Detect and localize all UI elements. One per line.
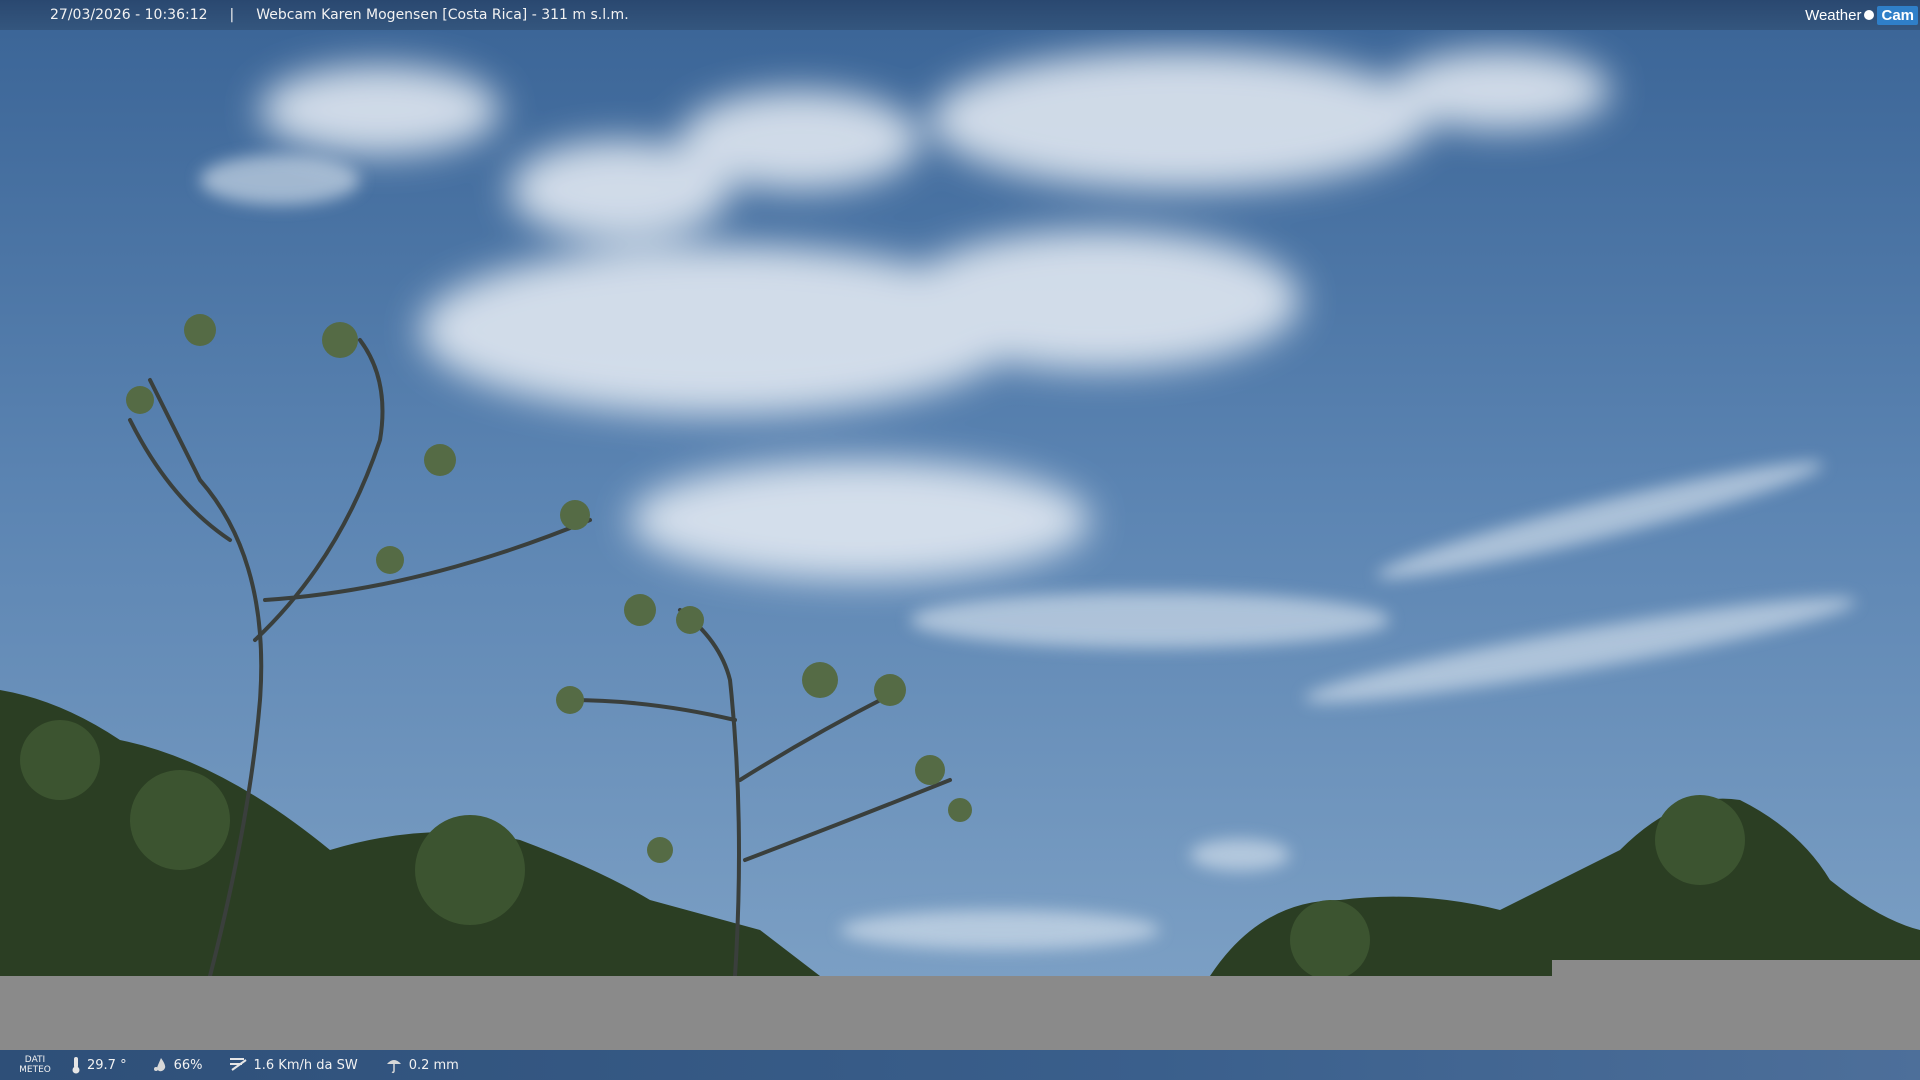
humidity-value: 66% bbox=[173, 1057, 203, 1073]
thermometer-icon bbox=[72, 1057, 80, 1074]
temperature-reading: 29.7 ° bbox=[70, 1056, 127, 1074]
timestamp: 27/03/2026 - 10:36:12 bbox=[50, 7, 208, 23]
weather-data-label: DATI METEO bbox=[19, 1055, 51, 1075]
wind-value: 1.6 Km/h da SW bbox=[253, 1057, 358, 1073]
webcam-title: Webcam Karen Mogensen [Costa Rica] - 311… bbox=[256, 7, 629, 23]
separator: | bbox=[229, 7, 235, 23]
rain-reading: 0.2 mm bbox=[384, 1056, 459, 1074]
humidity-reading: 66% bbox=[153, 1057, 203, 1073]
temperature-value: 29.7 ° bbox=[87, 1057, 127, 1073]
webcam-image bbox=[0, 0, 1920, 976]
rain-icon bbox=[386, 1060, 401, 1074]
brand-text-cam: Cam bbox=[1877, 5, 1918, 25]
humidity-drop-icon bbox=[153, 1058, 165, 1072]
brand-dot-icon bbox=[1864, 10, 1875, 20]
top-info-bar: 27/03/2026 - 10:36:12 | Webcam Karen Mog… bbox=[0, 0, 1920, 30]
rain-value: 0.2 mm bbox=[408, 1057, 459, 1073]
weathercam-logo[interactable]: Weather Cam bbox=[1805, 2, 1918, 28]
gray-overlay-band bbox=[0, 976, 1920, 1050]
brand-text-weather: Weather bbox=[1805, 6, 1862, 24]
weather-data-bar: DATI METEO 29.7 ° 66% 1.6 Km/h da SW 0.2… bbox=[0, 1050, 1920, 1080]
wind-reading: 1.6 Km/h da SW bbox=[228, 1056, 358, 1074]
wind-icon bbox=[230, 1058, 248, 1071]
